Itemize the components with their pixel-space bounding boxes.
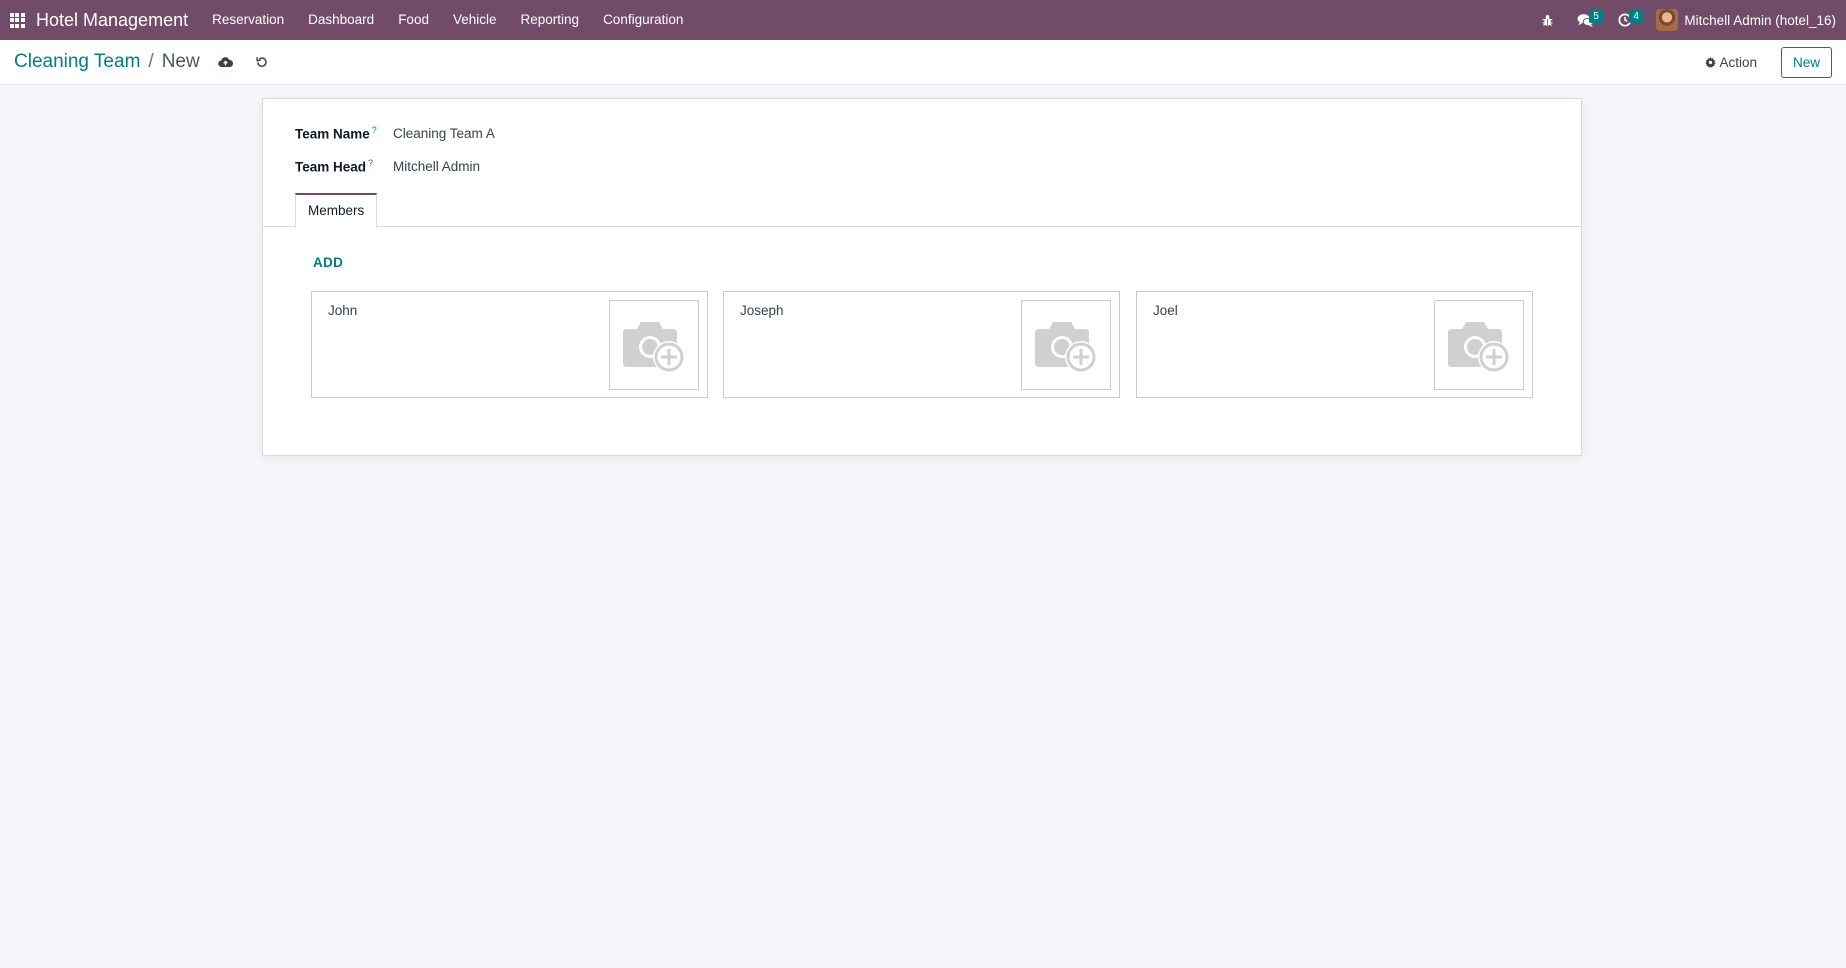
member-name: John xyxy=(328,303,358,318)
member-card-john[interactable]: John xyxy=(311,291,708,398)
control-panel-actions: Action New xyxy=(1705,40,1832,85)
avatar xyxy=(1656,9,1679,31)
discard-button[interactable] xyxy=(252,52,272,72)
member-photo[interactable] xyxy=(1021,300,1111,390)
member-name: Joseph xyxy=(740,303,784,318)
user-menu[interactable]: Mitchell Admin (hotel_16) xyxy=(1656,9,1836,31)
action-label: Action xyxy=(1719,55,1757,70)
top-navbar: Hotel Management Reservation Dashboard F… xyxy=(0,0,1846,40)
team-name-row: Team Name? Cleaning Team A xyxy=(295,125,495,142)
member-name: Joel xyxy=(1153,303,1178,318)
menu-item-reporting[interactable]: Reporting xyxy=(509,0,592,40)
team-head-label: Team Head? xyxy=(295,158,374,175)
team-head-help-icon[interactable]: ? xyxy=(368,158,373,168)
activities-button[interactable]: 4 xyxy=(1610,0,1643,40)
messages-badge: 5 xyxy=(1589,10,1603,23)
team-name-label: Team Name? xyxy=(295,125,377,142)
menu-item-vehicle[interactable]: Vehicle xyxy=(441,0,509,40)
member-photo[interactable] xyxy=(1434,300,1524,390)
cloud-upload-icon xyxy=(218,57,234,68)
camera-plus-icon xyxy=(1448,322,1510,373)
app-name[interactable]: Hotel Management xyxy=(36,10,188,31)
add-member-button[interactable]: ADD xyxy=(313,255,343,270)
breadcrumb-separator: / xyxy=(148,51,154,72)
breadcrumb: Cleaning Team / New xyxy=(14,51,200,73)
form-sheet: Team Name? Cleaning Team A Team Head? Mi… xyxy=(262,98,1582,456)
systray: 5 4 Mitchell Admin (hotel_16) xyxy=(1532,0,1836,40)
menu-item-reservation[interactable]: Reservation xyxy=(200,0,296,40)
bug-icon xyxy=(1542,14,1553,26)
main-menu: Reservation Dashboard Food Vehicle Repor… xyxy=(200,0,695,40)
team-head-row: Team Head? Mitchell Admin xyxy=(295,158,480,175)
gear-icon xyxy=(1705,57,1717,68)
messages-button[interactable]: 5 xyxy=(1570,0,1603,40)
activities-badge: 4 xyxy=(1629,10,1643,23)
action-button[interactable]: Action xyxy=(1705,55,1757,70)
camera-plus-icon xyxy=(623,322,685,373)
new-button[interactable]: New xyxy=(1780,47,1832,78)
team-name-field[interactable]: Cleaning Team A xyxy=(393,126,495,141)
user-name: Mitchell Admin (hotel_16) xyxy=(1684,12,1836,28)
menu-item-dashboard[interactable]: Dashboard xyxy=(296,0,386,40)
save-button[interactable] xyxy=(216,52,236,72)
camera-plus-icon xyxy=(1035,322,1097,373)
menu-item-configuration[interactable]: Configuration xyxy=(591,0,695,40)
breadcrumb-cleaning-team[interactable]: Cleaning Team xyxy=(14,51,140,73)
member-card-joel[interactable]: Joel xyxy=(1136,291,1533,398)
notebook-tabs: Members xyxy=(263,193,1581,228)
control-panel: Cleaning Team / New Action New xyxy=(0,40,1846,85)
debug-button[interactable] xyxy=(1532,0,1562,40)
breadcrumb-current: New xyxy=(161,51,200,72)
team-name-help-icon[interactable]: ? xyxy=(372,125,377,135)
menu-item-food[interactable]: Food xyxy=(386,0,441,40)
member-card-joseph[interactable]: Joseph xyxy=(723,291,1120,398)
member-photo[interactable] xyxy=(609,300,699,390)
tab-members[interactable]: Members xyxy=(295,193,378,228)
undo-icon xyxy=(256,56,267,67)
apps-grid-icon xyxy=(9,12,25,28)
apps-menu-button[interactable] xyxy=(0,0,34,40)
team-head-field[interactable]: Mitchell Admin xyxy=(393,159,480,174)
